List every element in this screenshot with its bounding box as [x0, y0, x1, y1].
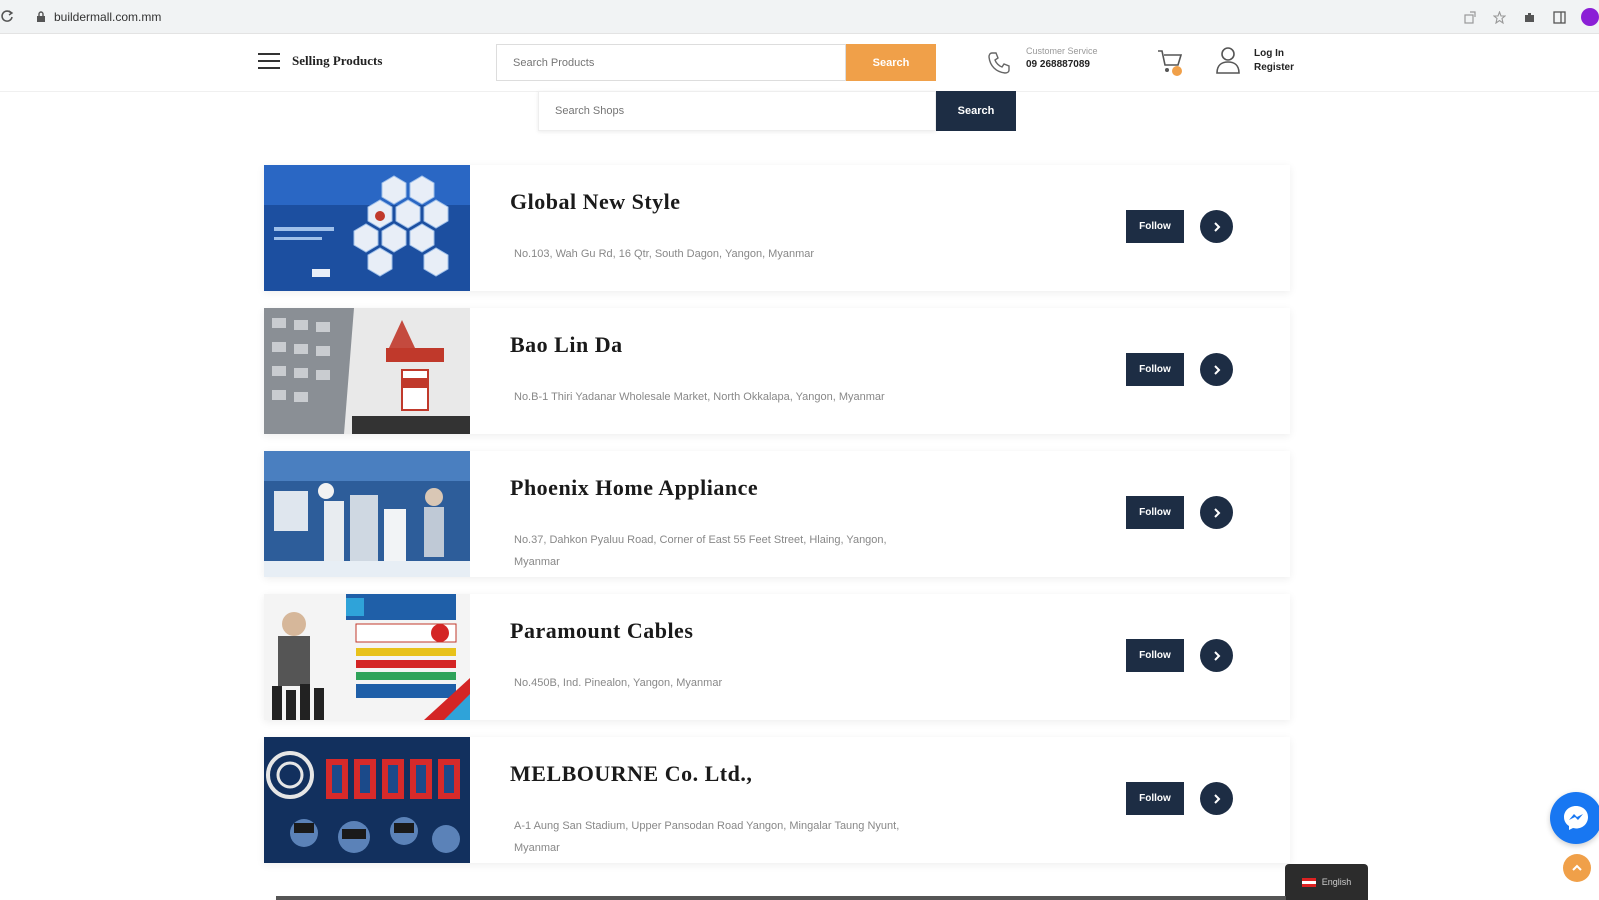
product-search-form: Search: [496, 44, 936, 81]
extensions-icon[interactable]: [1521, 9, 1537, 25]
scroll-to-top-icon[interactable]: [1563, 854, 1591, 882]
profile-avatar[interactable]: [1581, 8, 1599, 26]
address-bar[interactable]: buildermall.com.mm: [26, 5, 1426, 29]
shop-address: A-1 Aung San Stadium, Upper Pansodan Roa…: [514, 820, 900, 854]
arrow-right-icon[interactable]: [1200, 210, 1233, 243]
shop-banner-image[interactable]: [264, 165, 470, 291]
shop-card[interactable]: Paramount Cables No.450B, Ind. Pinealon,…: [264, 594, 1290, 720]
lock-icon: [37, 11, 45, 22]
sidebar-icon[interactable]: [1551, 9, 1567, 25]
shop-card[interactable]: Bao Lin Da No.B-1 Thiri Yadanar Wholesal…: [264, 308, 1290, 434]
messenger-chat-icon[interactable]: [1550, 792, 1599, 844]
customer-service-label: Customer Service: [1026, 46, 1098, 56]
follow-button[interactable]: Follow: [1126, 210, 1184, 243]
customer-service-number[interactable]: 09 268887089: [1026, 59, 1098, 70]
shop-banner-image[interactable]: [264, 594, 470, 720]
shop-search-form: Search: [538, 91, 1016, 131]
user-icon[interactable]: [1214, 45, 1242, 75]
shop-name[interactable]: Global New Style: [510, 189, 681, 215]
cart-count-badge: [1172, 66, 1182, 76]
shop-name[interactable]: Paramount Cables: [510, 618, 693, 644]
shop-address: No.103, Wah Gu Rd, 16 Qtr, South Dagon, …: [514, 248, 815, 260]
arrow-right-icon[interactable]: [1200, 496, 1233, 529]
shop-banner-image[interactable]: [264, 737, 470, 863]
shop-address: No.450B, Ind. Pinealon, Yangon, Myanmar: [514, 677, 723, 689]
flag-icon: [1301, 877, 1316, 887]
shop-search-input[interactable]: [538, 91, 936, 131]
shop-name[interactable]: Phoenix Home Appliance: [510, 475, 758, 501]
language-label: English: [1321, 877, 1352, 887]
shop-address: No.37, Dahkon Pyaluu Road, Corner of Eas…: [514, 534, 887, 568]
language-selector[interactable]: English: [1285, 864, 1368, 900]
login-link[interactable]: Log In: [1254, 47, 1294, 61]
shop-search-button[interactable]: Search: [936, 91, 1016, 131]
customer-service: Customer Service 09 268887089: [1026, 46, 1098, 70]
shop-card[interactable]: Global New Style No.103, Wah Gu Rd, 16 Q…: [264, 165, 1290, 291]
register-link[interactable]: Register: [1254, 61, 1294, 75]
product-search-input[interactable]: [496, 44, 846, 81]
page-bottom-bar: [276, 896, 1286, 900]
auth-links: Log In Register: [1254, 47, 1294, 75]
browser-actions: [1461, 8, 1599, 26]
browser-toolbar: buildermall.com.mm: [0, 0, 1599, 34]
product-search-button[interactable]: Search: [846, 44, 936, 81]
shop-name[interactable]: Bao Lin Da: [510, 332, 623, 358]
shop-list: Global New Style No.103, Wah Gu Rd, 16 Q…: [264, 165, 1290, 880]
shop-banner-image[interactable]: [264, 308, 470, 434]
shop-name[interactable]: MELBOURNE Co. Ltd.,: [510, 761, 752, 787]
follow-button[interactable]: Follow: [1126, 782, 1184, 815]
follow-button[interactable]: Follow: [1126, 496, 1184, 529]
shop-banner-image[interactable]: [264, 451, 470, 577]
reload-icon[interactable]: [0, 9, 14, 23]
selling-products-link[interactable]: Selling Products: [292, 53, 382, 69]
shop-address: No.B-1 Thiri Yadanar Wholesale Market, N…: [514, 391, 885, 403]
hamburger-menu-icon[interactable]: [258, 53, 280, 71]
follow-button[interactable]: Follow: [1126, 639, 1184, 672]
phone-icon: [988, 52, 1010, 74]
star-icon[interactable]: [1491, 9, 1507, 25]
arrow-right-icon[interactable]: [1200, 353, 1233, 386]
arrow-right-icon[interactable]: [1200, 639, 1233, 672]
url-text: buildermall.com.mm: [54, 10, 162, 24]
site-header: Selling Products Search Customer Service…: [0, 34, 1599, 92]
share-icon[interactable]: [1461, 9, 1477, 25]
follow-button[interactable]: Follow: [1126, 353, 1184, 386]
shop-card[interactable]: Phoenix Home Appliance No.37, Dahkon Pya…: [264, 451, 1290, 577]
arrow-right-icon[interactable]: [1200, 782, 1233, 815]
shop-card[interactable]: MELBOURNE Co. Ltd., A-1 Aung San Stadium…: [264, 737, 1290, 863]
